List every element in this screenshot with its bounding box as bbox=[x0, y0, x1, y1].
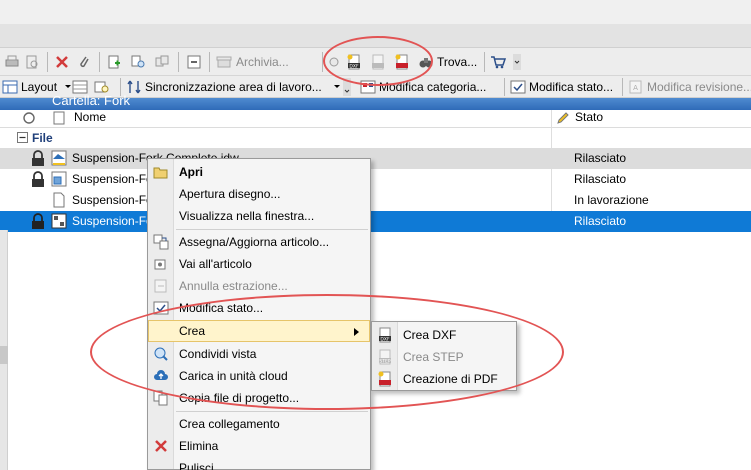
change-state-button[interactable]: Modifica stato... bbox=[510, 77, 613, 97]
folder-open-icon bbox=[153, 167, 168, 179]
table-row[interactable]: Suspension-Fo In lavorazione bbox=[0, 190, 751, 211]
lock-icon bbox=[32, 213, 44, 229]
revision-icon: A bbox=[629, 80, 642, 94]
sync-workspace-button[interactable]: Sincronizzazione area di lavoro... bbox=[126, 77, 342, 97]
menu-item-delete[interactable]: Elimina bbox=[148, 435, 370, 457]
assign-item-icon bbox=[153, 234, 169, 250]
toolbar-overflow-icon[interactable] bbox=[513, 52, 521, 72]
print-preview-icon[interactable] bbox=[24, 52, 40, 72]
table-row[interactable]: Suspension-Fork Complete.idw Rilasciato bbox=[0, 148, 751, 169]
layout-icon bbox=[2, 80, 18, 94]
rename-icon[interactable] bbox=[186, 52, 202, 72]
menu-item-clean[interactable]: Pulisci... bbox=[148, 457, 370, 470]
archive-button[interactable]: Archivia... bbox=[216, 52, 289, 72]
menu-item-create-link[interactable]: Crea collegamento bbox=[148, 413, 370, 435]
new-file-icon[interactable] bbox=[106, 52, 122, 72]
menu-item-go-to-item[interactable]: Vai all'articolo bbox=[148, 253, 370, 275]
drawing-file-icon bbox=[51, 150, 67, 166]
copy-design-icon[interactable] bbox=[154, 52, 170, 72]
menu-item-assign-item[interactable]: Assegna/Aggiorna articolo... bbox=[148, 231, 370, 253]
pane-title: Cartella: Fork bbox=[52, 93, 131, 108]
find-replace-icon[interactable] bbox=[130, 52, 146, 72]
group-header-file[interactable]: File bbox=[0, 128, 751, 148]
title-area bbox=[0, 0, 751, 24]
splitter[interactable] bbox=[0, 346, 8, 364]
lock-icon bbox=[32, 171, 44, 187]
delete-icon bbox=[155, 440, 167, 452]
document-icon bbox=[53, 192, 65, 208]
drawing-file-icon bbox=[51, 213, 67, 229]
attach-icon[interactable] bbox=[76, 52, 92, 72]
menu-item-open[interactable]: Apri bbox=[148, 161, 370, 183]
table-row[interactable]: Suspension-Fo Rilasciato bbox=[0, 211, 751, 232]
pencil-icon bbox=[557, 112, 569, 124]
column-nome[interactable]: Nome bbox=[74, 110, 106, 124]
undo-checkout-icon bbox=[154, 279, 167, 293]
collapse-icon[interactable] bbox=[17, 132, 28, 143]
change-revision-button[interactable]: A Modifica revisione... bbox=[628, 77, 751, 97]
state-icon bbox=[510, 80, 526, 94]
refresh-icon[interactable] bbox=[22, 111, 36, 125]
annotation-ellipse-menu bbox=[90, 294, 564, 410]
lock-icon bbox=[32, 150, 44, 166]
chevron-down-icon bbox=[333, 85, 340, 88]
archive-icon bbox=[216, 56, 232, 68]
file-type-icon bbox=[53, 111, 65, 125]
menu-item-open-drawing[interactable]: Apertura disegno... bbox=[148, 183, 370, 205]
go-to-item-icon bbox=[154, 259, 166, 270]
delete-icon[interactable] bbox=[54, 52, 70, 72]
shopping-cart-icon[interactable] bbox=[490, 52, 506, 72]
svg-text:A: A bbox=[633, 84, 638, 92]
column-stato[interactable]: Stato bbox=[575, 110, 603, 124]
table-row[interactable]: Suspension-Fo Rilasciato bbox=[0, 169, 751, 190]
annotation-ellipse-toolbar bbox=[323, 36, 433, 86]
menu-item-view-in-window[interactable]: Visualizza nella finestra... bbox=[148, 205, 370, 227]
column-header: Nome Stato bbox=[0, 110, 751, 128]
part-file-icon bbox=[51, 171, 67, 187]
print-icon[interactable] bbox=[4, 52, 20, 72]
pane-title-bar: Cartella: Fork bbox=[0, 93, 751, 110]
